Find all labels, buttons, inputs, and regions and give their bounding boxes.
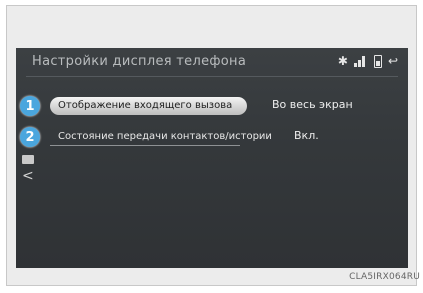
incoming-call-display-value: Во весь экран bbox=[272, 98, 353, 111]
bluetooth-icon: ✱ bbox=[337, 54, 348, 68]
list-icon[interactable] bbox=[22, 155, 34, 164]
step-badge: 1 bbox=[20, 96, 40, 116]
chevron-left-icon[interactable]: < bbox=[22, 168, 34, 184]
title-divider bbox=[26, 76, 398, 77]
signal-icon bbox=[353, 55, 368, 67]
screen-title: Настройки дисплея телефона bbox=[32, 54, 247, 69]
battery-icon bbox=[373, 54, 382, 68]
step-badge: 2 bbox=[20, 127, 40, 147]
status-bar: ✱ ↩ bbox=[338, 54, 398, 68]
setting-row-incoming-call[interactable]: 1 Отображение входящего вызова Во весь э… bbox=[16, 95, 408, 117]
display-screen: Настройки дисплея телефона ✱ ↩ 1 Отображ… bbox=[16, 48, 408, 268]
back-icon[interactable]: ↩ bbox=[388, 54, 398, 68]
figure-code: CLA5IRX064RU bbox=[349, 272, 420, 282]
contact-transfer-status-button[interactable]: Состояние передачи контактов/истории bbox=[50, 128, 272, 146]
setting-row-contact-transfer[interactable]: 2 Состояние передачи контактов/истории В… bbox=[16, 126, 408, 148]
incoming-call-display-button[interactable]: Отображение входящего вызова bbox=[50, 97, 247, 115]
contact-transfer-status-value: Вкл. bbox=[294, 129, 319, 142]
